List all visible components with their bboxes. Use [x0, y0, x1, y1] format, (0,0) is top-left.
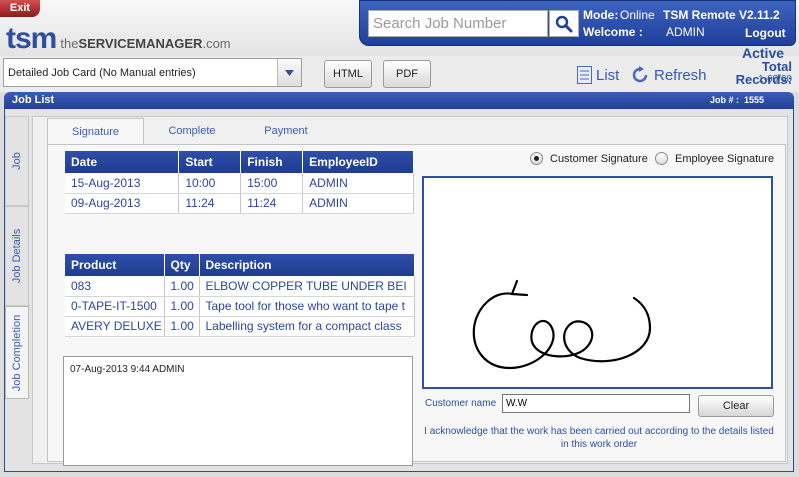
- report-template-select[interactable]: Detailed Job Card (No Manual entries): [3, 58, 302, 87]
- job-list-bar: Job List Job # : 1555: [4, 92, 794, 109]
- table-cell: ADMIN: [302, 193, 414, 214]
- side-tab-job-completion-label: Job Completion: [11, 314, 23, 391]
- list-icon: [577, 66, 592, 84]
- product-table: Product Qty Description 083 1.00 ELBOW C…: [65, 254, 415, 337]
- refresh-icon: [632, 66, 648, 83]
- time-table: Date Start Finish EmployeeID 15-Aug-2013…: [65, 151, 414, 214]
- tab-complete[interactable]: Complete: [156, 118, 228, 144]
- column-header[interactable]: Product: [65, 254, 165, 276]
- side-tab-job-details-label: Job Details: [11, 228, 23, 284]
- table-cell: AVERY DELUXE: [65, 316, 165, 337]
- search-button[interactable]: [549, 10, 579, 37]
- tab-signature[interactable]: Signature: [47, 118, 144, 144]
- clear-signature-button[interactable]: Clear: [698, 395, 774, 417]
- job-note-entry: 07-Aug-2013 9:44 ADMIN: [70, 364, 185, 375]
- column-header[interactable]: Date: [65, 151, 180, 173]
- column-header[interactable]: Start: [178, 151, 242, 173]
- table-cell: Tape tool for those who want to tape t: [199, 296, 415, 317]
- signature-canvas[interactable]: [422, 176, 773, 389]
- table-cell: Labelling system for a compact class: [199, 316, 415, 337]
- job-search-input[interactable]: [368, 10, 548, 37]
- refresh-label: Refresh: [654, 66, 707, 84]
- report-template-value: Detailed Job Card (No Manual entries): [8, 67, 196, 79]
- user-name: ADMIN: [666, 25, 705, 39]
- table-cell: 0-TAPE-IT-1500: [65, 296, 165, 317]
- employee-signature-label: Employee Signature: [675, 152, 775, 165]
- side-tab-job-completion[interactable]: Job Completion: [5, 306, 29, 399]
- column-header[interactable]: Description: [199, 254, 415, 276]
- table-cell: ADMIN: [302, 173, 414, 194]
- customer-signature-label: Customer Signature: [550, 152, 648, 165]
- table-cell: 1.00: [164, 276, 200, 297]
- search-icon: [555, 15, 573, 32]
- pdf-button[interactable]: PDF: [383, 60, 431, 88]
- table-row[interactable]: AVERY DELUXE 1.00 Labelling system for a…: [65, 316, 415, 337]
- header-panel: Mode: Online TSM Remote V2.11.2 Welcome …: [359, 0, 796, 46]
- logout-link[interactable]: Logout: [745, 26, 786, 40]
- job-number: Job # : 1555: [709, 95, 764, 105]
- logo-text: theSERVICEMANAGER.com: [60, 36, 231, 51]
- customer-name-label: Customer name: [425, 398, 497, 409]
- actions-row: Detailed Job Card (No Manual entries) HT…: [0, 56, 799, 92]
- signature-drawing: [472, 279, 652, 370]
- mode-label: Mode:: [583, 8, 619, 22]
- table-cell: 09-Aug-2013: [65, 193, 180, 214]
- exit-button[interactable]: Exit: [0, 0, 40, 17]
- table-cell: 11:24: [240, 193, 304, 214]
- table-row[interactable]: 083 1.00 ELBOW COPPER TUBE UNDER BEI: [65, 276, 415, 297]
- tab-payment[interactable]: Payment: [252, 118, 320, 144]
- table-row[interactable]: 0-TAPE-IT-1500 1.00 Tape tool for those …: [65, 296, 415, 317]
- app-logo: tsm theSERVICEMANAGER.com: [6, 20, 231, 54]
- logo-mark: tsm: [6, 22, 57, 55]
- list-link[interactable]: List: [577, 66, 619, 84]
- total-records-value: 1-60/60: [758, 74, 792, 85]
- employee-signature-option[interactable]: Employee Signature: [655, 152, 774, 165]
- html-button[interactable]: HTML: [324, 60, 372, 88]
- chevron-down-icon: [285, 69, 294, 76]
- side-tab-job-label: Job: [11, 152, 23, 170]
- table-cell: ELBOW COPPER TUBE UNDER BEI: [199, 276, 415, 297]
- table-cell: 1.00: [164, 316, 200, 337]
- mode-value: Online: [620, 8, 655, 22]
- acknowledgement-text: I acknowledge that the work has been car…: [424, 426, 774, 450]
- table-cell: 11:24: [178, 193, 242, 214]
- customer-name-input[interactable]: [502, 394, 690, 413]
- side-tab-job[interactable]: Job: [5, 116, 29, 206]
- table-cell: 15:00: [240, 173, 304, 194]
- side-tab-job-details[interactable]: Job Details: [5, 206, 29, 306]
- table-cell: 083: [65, 276, 165, 297]
- job-list-title: Job List: [12, 94, 55, 106]
- column-header[interactable]: EmployeeID: [302, 151, 414, 173]
- customer-signature-option[interactable]: Customer Signature: [530, 152, 648, 165]
- table-header: Date Start Finish EmployeeID: [65, 151, 414, 173]
- welcome-label: Welcome :: [583, 25, 643, 39]
- column-header[interactable]: Qty: [164, 254, 200, 276]
- list-label: List: [596, 66, 620, 84]
- radio-button-checked[interactable]: [530, 152, 543, 165]
- dropdown-button[interactable]: [277, 59, 301, 86]
- refresh-link[interactable]: Refresh: [631, 66, 707, 84]
- job-notes-box[interactable]: 07-Aug-2013 9:44 ADMIN: [63, 356, 413, 466]
- column-header[interactable]: Finish: [240, 151, 304, 173]
- app-version: TSM Remote V2.11.2: [663, 8, 780, 22]
- table-row[interactable]: 09-Aug-2013 11:24 11:24 ADMIN: [65, 193, 414, 214]
- table-cell: 15-Aug-2013: [65, 173, 180, 194]
- table-cell: 1.00: [164, 296, 200, 317]
- radio-button[interactable]: [655, 152, 668, 165]
- table-row[interactable]: 15-Aug-2013 10:00 15:00 ADMIN: [65, 173, 414, 194]
- table-header: Product Qty Description: [65, 254, 415, 276]
- table-cell: 10:00: [178, 173, 242, 194]
